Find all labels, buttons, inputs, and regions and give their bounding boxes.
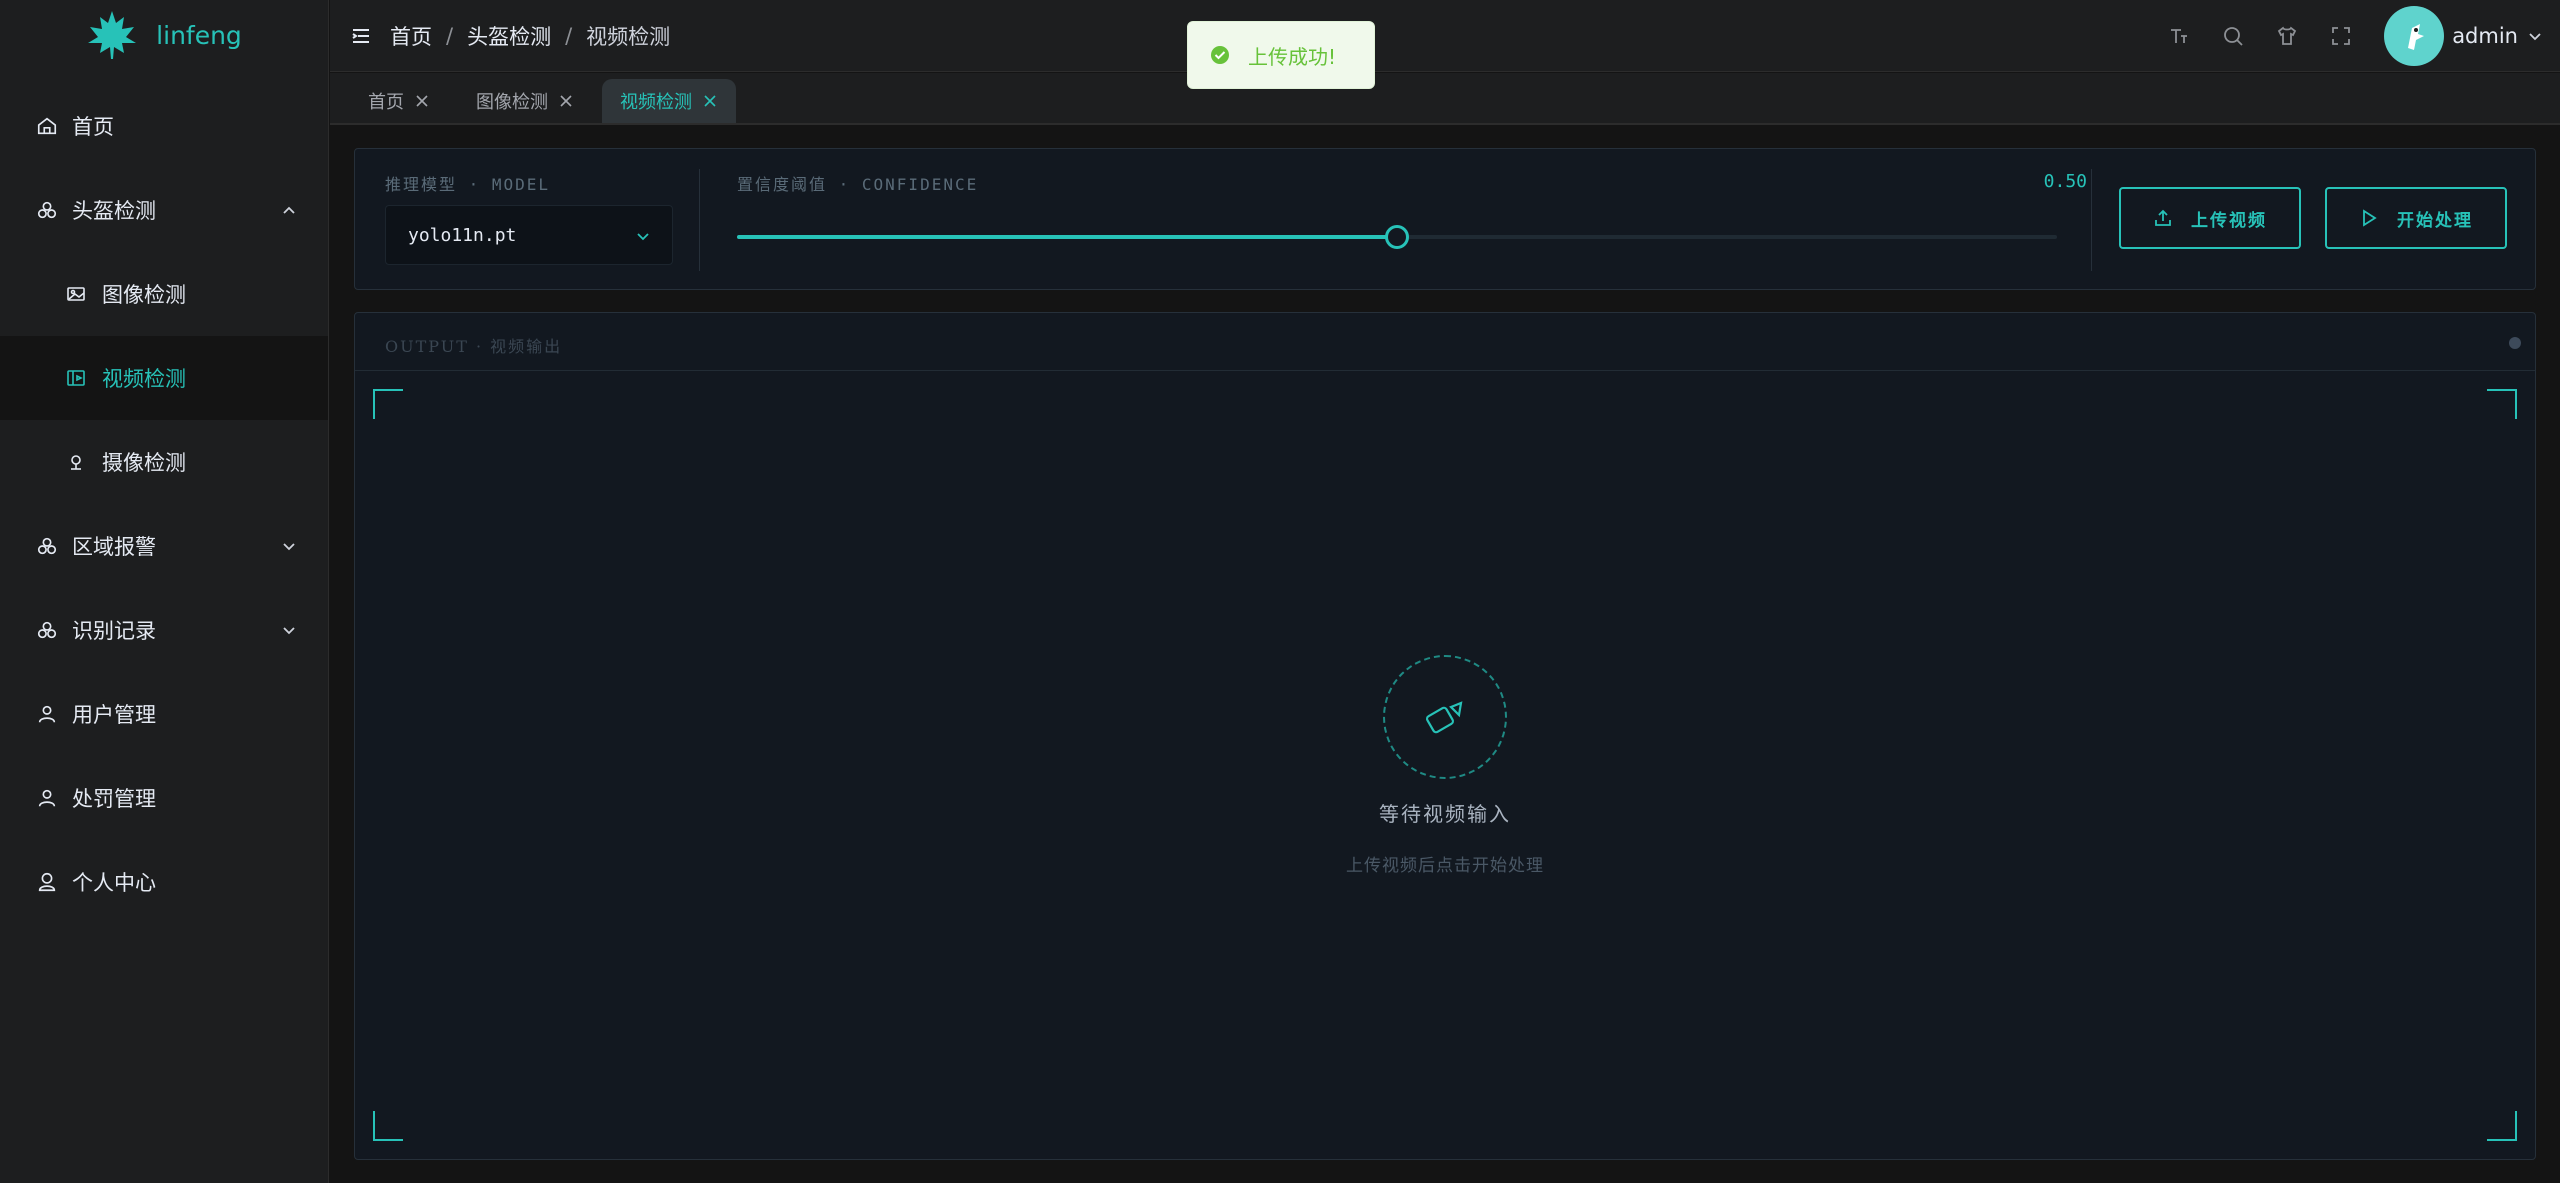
header: 首页 / 头盔检测 / 视频检测 admin	[330, 0, 2560, 72]
confidence-slider[interactable]	[737, 225, 2057, 249]
success-toast: 上传成功!	[1187, 21, 1375, 89]
sidebar-item-home[interactable]: 首页	[0, 84, 328, 168]
close-icon[interactable]	[414, 93, 430, 109]
output-panel: OUTPUT · 视频输出 等待视频输入 上传视频后点击开始处理	[354, 312, 2536, 1160]
sidebar-item-penalty-management[interactable]: 处罚管理	[0, 756, 328, 840]
menu-fold-icon[interactable]	[350, 25, 372, 47]
record-icon	[36, 619, 58, 641]
chevron-down-icon[interactable]	[2526, 27, 2544, 45]
breadcrumb-separator: /	[446, 23, 454, 48]
confidence-label: 置信度阈值 · CONFIDENCE	[737, 175, 979, 194]
sidebar-item-image-detection[interactable]: 图像检测	[0, 252, 328, 336]
model-select-value: yolo11n.pt	[408, 224, 517, 246]
upload-video-button[interactable]: 上传视频	[2119, 187, 2301, 249]
slider-fill	[737, 235, 1397, 239]
frame-corner	[2487, 1111, 2517, 1141]
logo[interactable]: linfeng	[0, 0, 328, 70]
placeholder-subtitle: 上传视频后点击开始处理	[1346, 856, 1544, 876]
sidebar-item-profile[interactable]: 个人中心	[0, 840, 328, 924]
tab-label: 图像检测	[476, 92, 548, 113]
sidebar-item-label: 个人中心	[72, 871, 156, 895]
sidebar-item-label: 视频检测	[102, 367, 186, 391]
sidebar-item-records[interactable]: 识别记录	[0, 588, 328, 672]
sidebar-item-label: 识别记录	[72, 619, 156, 643]
chevron-down-icon	[283, 627, 295, 635]
sidebar-item-label: 用户管理	[72, 703, 156, 727]
output-title: OUTPUT · 视频输出	[385, 337, 563, 356]
sidebar-item-label: 首页	[72, 115, 114, 139]
sidebar-item-label: 处罚管理	[72, 787, 156, 811]
chevron-down-icon	[637, 233, 649, 241]
divider	[699, 169, 700, 271]
profile-icon	[36, 871, 58, 893]
tab-image-detection[interactable]: 图像检测	[458, 79, 592, 123]
fullscreen-icon[interactable]	[2330, 25, 2352, 47]
model-select[interactable]: yolo11n.pt	[385, 205, 673, 265]
user-name[interactable]: admin	[2452, 24, 2518, 48]
close-icon[interactable]	[702, 93, 718, 109]
region-icon	[36, 535, 58, 557]
upload-icon	[2155, 209, 2171, 226]
start-processing-button[interactable]: 开始处理	[2325, 187, 2507, 249]
tab-home[interactable]: 首页	[350, 79, 448, 123]
frame-corner	[373, 389, 403, 419]
status-dot	[2509, 337, 2521, 349]
success-check-icon	[1211, 46, 1229, 64]
sidebar-item-region-alarm[interactable]: 区域报警	[0, 504, 328, 588]
breadcrumb-home[interactable]: 首页	[390, 21, 432, 51]
penalty-icon	[36, 787, 58, 809]
font-size-icon[interactable]	[2168, 25, 2190, 47]
sidebar-item-camera-detection[interactable]: 摄像检测	[0, 420, 328, 504]
play-icon	[2363, 209, 2377, 227]
video-placeholder-ring	[1383, 655, 1507, 779]
header-tools: admin	[2168, 0, 2544, 72]
tabs-bar: 首页 图像检测 视频检测	[330, 73, 2560, 125]
chevron-down-icon	[283, 543, 295, 551]
sidebar-item-user-management[interactable]: 用户管理	[0, 672, 328, 756]
output-header: OUTPUT · 视频输出	[355, 313, 2535, 371]
sidebar-item-video-detection[interactable]: 视频检测	[0, 336, 328, 420]
search-icon[interactable]	[2222, 25, 2244, 47]
theme-shirt-icon[interactable]	[2276, 25, 2298, 47]
helmet-icon	[36, 199, 58, 221]
toast-message: 上传成功!	[1248, 44, 1337, 69]
video-camera-icon	[1425, 701, 1463, 734]
sidebar-item-label: 摄像检测	[102, 451, 186, 475]
avatar-figure-icon	[2408, 24, 2425, 50]
avatar[interactable]	[2384, 6, 2445, 66]
breadcrumb-current: 视频检测	[586, 24, 671, 49]
confidence-value: 0.50	[2043, 171, 2087, 192]
breadcrumb: 首页 / 头盔检测 / 视频检测	[390, 21, 670, 51]
breadcrumb-separator: /	[565, 23, 573, 48]
chevron-up-icon	[283, 206, 295, 214]
placeholder-title: 等待视频输入	[1379, 802, 1511, 826]
slider-thumb[interactable]	[1385, 225, 1409, 249]
tab-label: 首页	[368, 92, 404, 113]
close-icon[interactable]	[558, 93, 574, 109]
video-icon	[66, 368, 86, 388]
divider	[2091, 169, 2092, 271]
tab-video-detection[interactable]: 视频检测	[602, 79, 736, 123]
frame-corner	[2487, 389, 2517, 419]
sidebar-menu: 首页 头盔检测 图像检测 视频检测 摄像检测 区域报警 识别记录 用户管理 处罚…	[0, 84, 328, 924]
sidebar-item-label: 头盔检测	[72, 199, 156, 223]
home-icon	[36, 115, 58, 137]
control-panel: 推理模型 · MODEL yolo11n.pt 置信度阈值 · CONFIDEN…	[354, 148, 2536, 290]
user-icon	[36, 703, 58, 725]
sidebar-item-label: 图像检测	[102, 283, 186, 307]
image-icon	[66, 284, 86, 304]
model-label: 推理模型 · MODEL	[385, 175, 551, 194]
app-name: linfeng	[156, 20, 242, 50]
breadcrumb-helmet-detection[interactable]: 头盔检测	[467, 21, 551, 51]
sidebar-item-helmet-detection[interactable]: 头盔检测	[0, 168, 328, 252]
start-processing-label: 开始处理	[2397, 210, 2473, 231]
sidebar: linfeng 首页 头盔检测 图像检测 视频检测 摄像检测 区域报警 识别记录…	[0, 0, 329, 1183]
maple-leaf-logo-icon	[88, 11, 137, 59]
tab-label: 视频检测	[620, 92, 692, 113]
frame-corner	[373, 1111, 403, 1141]
sidebar-item-label: 区域报警	[72, 535, 156, 559]
upload-video-label: 上传视频	[2191, 210, 2267, 231]
camera-icon	[66, 452, 86, 472]
